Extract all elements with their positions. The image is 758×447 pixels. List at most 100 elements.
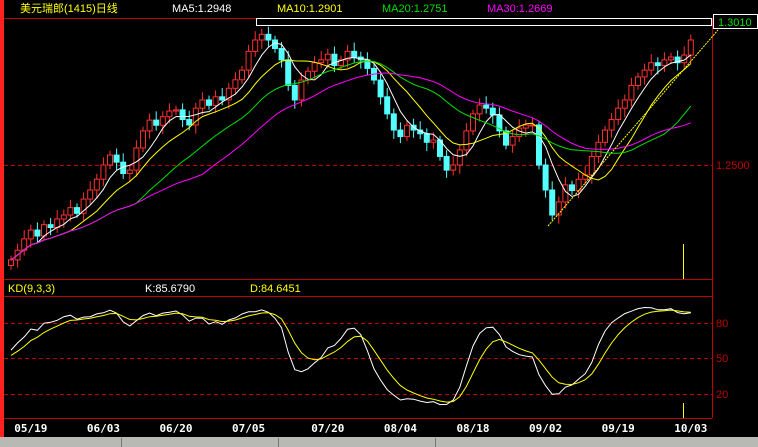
candle-body	[463, 130, 470, 151]
candle	[21, 230, 28, 256]
candle	[179, 103, 186, 128]
candle-body	[641, 69, 648, 78]
candle-body	[635, 76, 641, 86]
candle-body	[608, 119, 615, 131]
candle	[146, 113, 153, 139]
candle-body	[569, 184, 575, 192]
candle	[311, 56, 318, 79]
x-tick-label: 09/02	[529, 422, 562, 435]
kd-tick-80: 80	[716, 318, 728, 330]
candle	[674, 50, 681, 71]
candle-body	[219, 96, 226, 101]
candle-body	[212, 96, 219, 106]
k-line	[10, 306, 691, 406]
candle	[87, 181, 94, 205]
x-tick-label: 06/03	[87, 422, 120, 435]
candle	[239, 65, 245, 85]
kd-lines-layer	[10, 306, 691, 406]
candle-body	[87, 189, 94, 200]
x-tick-label: 08/04	[384, 422, 417, 435]
candle	[8, 255, 14, 270]
candle	[648, 53, 655, 76]
candle-body	[107, 154, 113, 166]
candle-body	[483, 104, 490, 109]
candle-body	[113, 154, 120, 163]
candle	[661, 52, 668, 73]
trend-line[interactable]	[547, 29, 719, 227]
candle	[542, 158, 549, 198]
candle-body	[404, 124, 410, 138]
candle	[153, 111, 160, 131]
kd-indicator-name: KD(9,3,3)	[8, 283, 55, 295]
ma20-value: MA20:1.2751	[382, 3, 447, 15]
candle-body	[265, 33, 272, 41]
x-tick-label: 10/03	[674, 422, 707, 435]
x-tick-label: 05/19	[14, 422, 47, 435]
candle-body	[166, 110, 173, 118]
candle-body	[27, 229, 34, 240]
candle-body	[126, 169, 133, 175]
x-tick-label: 08/18	[456, 422, 489, 435]
candle-body	[291, 84, 298, 101]
candle-body	[311, 62, 318, 72]
candle	[305, 66, 311, 85]
candle	[621, 94, 628, 117]
candle	[377, 73, 384, 105]
candle-body	[74, 207, 80, 214]
candle-body	[258, 33, 265, 41]
candle-body	[133, 147, 140, 171]
candle	[628, 77, 635, 107]
candle	[173, 105, 179, 116]
candle-body	[443, 155, 450, 171]
candle	[318, 51, 325, 69]
candle	[113, 148, 120, 170]
candle-body	[654, 62, 661, 67]
candle	[364, 52, 371, 75]
candle-body	[397, 129, 404, 138]
candle-body	[542, 164, 549, 191]
left-edge-bar	[0, 0, 4, 437]
candle-body	[648, 62, 655, 71]
candle-body	[245, 50, 252, 71]
x-tick-label: 07/05	[232, 422, 265, 435]
x-tick-label: 09/19	[602, 422, 635, 435]
candle-body	[456, 149, 463, 166]
candle	[245, 44, 252, 78]
candle	[641, 63, 648, 85]
candle-body	[628, 84, 635, 101]
candle-body	[687, 39, 694, 56]
candle-body	[588, 155, 595, 176]
candle	[404, 120, 410, 141]
candle	[483, 96, 490, 114]
candle	[54, 210, 61, 233]
last-price-label: 1.3010	[718, 17, 752, 29]
candle-body	[450, 164, 457, 171]
candle-body	[159, 116, 166, 126]
candle-body	[186, 119, 193, 126]
candle-body	[67, 207, 74, 216]
k-value: K:85.6790	[145, 283, 195, 295]
status-bar	[0, 437, 758, 447]
candle	[450, 156, 457, 176]
ma10-value: MA10:1.2901	[277, 3, 342, 15]
candle-body	[384, 96, 391, 115]
candle	[351, 42, 358, 63]
candle	[470, 109, 476, 136]
candle-body	[516, 127, 523, 138]
candle-body	[140, 130, 146, 149]
kd-tick-50: 50	[716, 353, 728, 365]
candle	[602, 125, 608, 147]
candle	[456, 144, 463, 174]
candle	[608, 113, 615, 138]
candle	[34, 222, 41, 243]
chart-title: 美元瑞郎(1415)日线	[20, 1, 118, 15]
candle-body	[47, 224, 54, 228]
candle	[423, 128, 430, 152]
candle	[258, 28, 265, 49]
price-range-box	[256, 18, 712, 26]
candle	[357, 51, 364, 69]
candle	[100, 157, 107, 186]
candle	[615, 99, 622, 125]
price-tick-1-2500: 1.2500	[716, 160, 750, 172]
x-tick-label: 06/20	[159, 422, 192, 435]
